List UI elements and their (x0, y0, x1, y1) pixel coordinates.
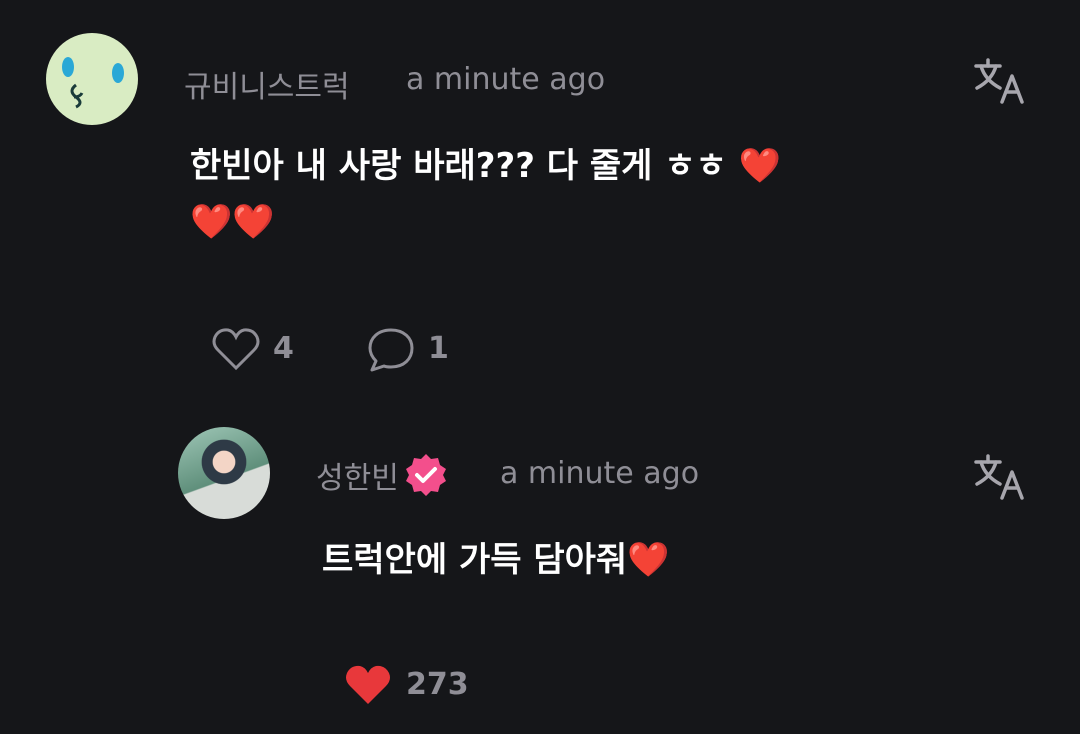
comment-text-line1: 한빈아 내 사랑 바래??? 다 줄게 ㅎㅎ ❤️ (190, 146, 781, 186)
commenter-username[interactable]: 규비니스트럭 (184, 62, 350, 106)
cartoon-face-icon (62, 57, 124, 109)
verified-badge-icon (405, 454, 446, 496)
translate-icon[interactable] (972, 452, 1028, 502)
comment-reply-count[interactable]: 1 (428, 331, 449, 366)
like-heart-filled-icon[interactable] (342, 662, 394, 708)
translate-icon[interactable] (972, 56, 1028, 106)
reply-timestamp: a minute ago (500, 456, 700, 491)
comment-text-line2: ❤️❤️ (190, 202, 275, 242)
like-heart-outline-icon[interactable] (210, 326, 262, 372)
comment-text: 한빈아 내 사랑 바래??? 다 줄게 ㅎㅎ ❤️ ❤️❤️ (190, 138, 910, 250)
reply-like-count: 273 (406, 667, 469, 702)
replier-avatar[interactable] (178, 427, 270, 519)
comment-like-count: 4 (273, 331, 294, 366)
comment-timestamp: a minute ago (406, 62, 606, 97)
reply-text: 트럭안에 가득 담아줘❤️ (322, 540, 670, 580)
commenter-avatar[interactable] (46, 33, 138, 125)
reply-bubble-icon[interactable] (366, 326, 416, 374)
replier-username[interactable]: 성한빈 (316, 453, 399, 497)
